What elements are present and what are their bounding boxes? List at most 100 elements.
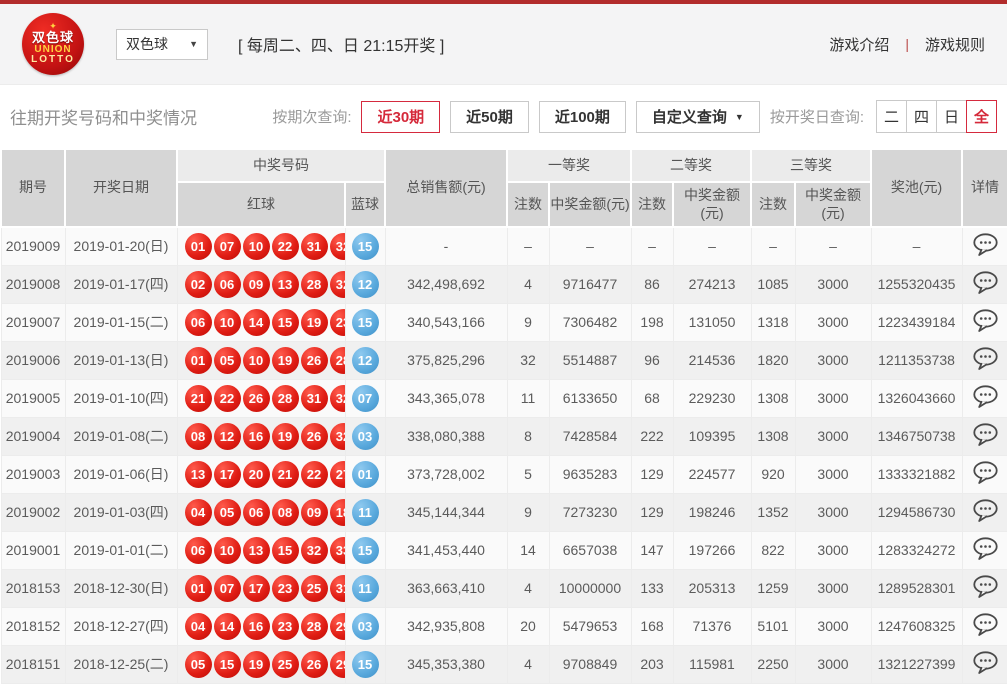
table-row: 2018153 2018-12-30(日) 010717232531 11 36… — [1, 569, 1007, 607]
col-header-detail: 详情 — [962, 149, 1007, 227]
red-ball: 06 — [243, 499, 270, 526]
red-ball: 07 — [214, 575, 241, 602]
red-ball: 10 — [243, 347, 270, 374]
red-ball: 19 — [272, 347, 299, 374]
detail-comment-icon[interactable] — [972, 271, 999, 298]
col-header-second-amount: 中奖金额(元) — [673, 182, 751, 227]
detail-comment-icon[interactable] — [972, 385, 999, 412]
draw-date-cell: 2018-12-27(四) — [65, 607, 177, 645]
red-ball: 04 — [185, 613, 212, 640]
table-row: 2019006 2019-01-13(日) 010510192628 12 37… — [1, 341, 1007, 379]
red-ball: 32 — [330, 423, 346, 450]
third-prize-count-cell: 1820 — [751, 341, 795, 379]
first-prize-count-cell: 4 — [507, 265, 549, 303]
red-ball: 01 — [185, 575, 212, 602]
blue-ball-cell: 07 — [345, 379, 385, 417]
detail-comment-icon[interactable] — [972, 309, 999, 336]
red-ball: 22 — [272, 233, 299, 260]
day-tuesday-button[interactable]: 二 — [876, 100, 907, 133]
first-prize-count-cell: 4 — [507, 645, 549, 683]
first-prize-count-cell: 20 — [507, 607, 549, 645]
day-query-label: 按开奖日查询: — [770, 106, 864, 127]
second-prize-amount-cell: 197266 — [673, 531, 751, 569]
game-rules-link[interactable]: 游戏规则 — [925, 34, 985, 55]
third-prize-amount-cell: 3000 — [795, 569, 871, 607]
total-sales-cell: 345,144,344 — [385, 493, 507, 531]
draw-date-cell: 2019-01-15(二) — [65, 303, 177, 341]
detail-comment-icon[interactable] — [972, 423, 999, 450]
first-prize-amount-cell: 10000000 — [549, 569, 631, 607]
day-thursday-button[interactable]: 四 — [906, 100, 937, 133]
red-balls-cell: 081216192632 — [177, 417, 345, 455]
third-prize-count-cell: 822 — [751, 531, 795, 569]
red-ball: 29 — [330, 651, 346, 678]
blue-ball: 07 — [352, 385, 379, 412]
day-all-button[interactable]: 全 — [966, 100, 997, 133]
red-ball: 01 — [185, 233, 212, 260]
red-ball: 06 — [185, 537, 212, 564]
detail-comment-icon[interactable] — [972, 651, 999, 678]
game-select-value: 双色球 — [126, 34, 168, 54]
union-lotto-logo[interactable]: ✦ 双色球 UNION LOTTO — [22, 13, 84, 75]
total-sales-cell: - — [385, 227, 507, 265]
second-prize-count-cell: 168 — [631, 607, 673, 645]
red-ball: 29 — [330, 613, 346, 640]
detail-comment-icon[interactable] — [972, 233, 999, 260]
detail-cell — [962, 607, 1007, 645]
table-row: 2019001 2019-01-01(二) 061013153233 15 34… — [1, 531, 1007, 569]
detail-comment-icon[interactable] — [972, 575, 999, 602]
detail-comment-icon[interactable] — [972, 461, 999, 488]
detail-comment-icon[interactable] — [972, 537, 999, 564]
third-prize-amount-cell: 3000 — [795, 455, 871, 493]
blue-ball: 15 — [352, 651, 379, 678]
detail-comment-icon[interactable] — [972, 613, 999, 640]
blue-ball-cell: 15 — [345, 645, 385, 683]
total-sales-cell: 342,498,692 — [385, 265, 507, 303]
detail-cell — [962, 227, 1007, 265]
second-prize-count-cell: 129 — [631, 455, 673, 493]
col-header-winning-numbers: 中奖号码 — [177, 149, 385, 182]
table-row: 2018152 2018-12-27(四) 041416232829 03 34… — [1, 607, 1007, 645]
red-ball: 21 — [185, 385, 212, 412]
second-prize-count-cell: 68 — [631, 379, 673, 417]
red-ball: 14 — [243, 309, 270, 336]
detail-comment-icon[interactable] — [972, 347, 999, 374]
day-sunday-button[interactable]: 日 — [936, 100, 967, 133]
red-ball: 09 — [301, 499, 328, 526]
game-intro-link[interactable]: 游戏介绍 — [829, 34, 889, 55]
second-prize-count-cell: 222 — [631, 417, 673, 455]
red-ball: 26 — [243, 385, 270, 412]
period-cell: 2019004 — [1, 417, 65, 455]
second-prize-count-cell: 86 — [631, 265, 673, 303]
game-select-dropdown[interactable]: 双色球 ▼ — [116, 29, 208, 60]
third-prize-count-cell: 1318 — [751, 303, 795, 341]
first-prize-amount-cell: 9708849 — [549, 645, 631, 683]
third-prize-amount-cell: 3000 — [795, 493, 871, 531]
first-prize-amount-cell: 7428584 — [549, 417, 631, 455]
recent-50-button[interactable]: 近50期 — [450, 101, 529, 133]
blue-ball: 15 — [352, 537, 379, 564]
red-ball: 25 — [301, 575, 328, 602]
red-ball: 26 — [301, 423, 328, 450]
total-sales-cell: 338,080,388 — [385, 417, 507, 455]
second-prize-amount-cell: 198246 — [673, 493, 751, 531]
recent-100-button[interactable]: 近100期 — [539, 101, 626, 133]
recent-30-button[interactable]: 近30期 — [361, 101, 440, 133]
third-prize-amount-cell: 3000 — [795, 645, 871, 683]
detail-comment-icon[interactable] — [972, 499, 999, 526]
detail-cell — [962, 493, 1007, 531]
red-balls-cell: 041416232829 — [177, 607, 345, 645]
total-sales-cell: 340,543,166 — [385, 303, 507, 341]
third-prize-count-cell: 1352 — [751, 493, 795, 531]
col-header-blue-ball: 蓝球 — [345, 182, 385, 227]
second-prize-count-cell: 203 — [631, 645, 673, 683]
red-ball: 32 — [330, 271, 346, 298]
period-query-label: 按期次查询: — [272, 106, 351, 127]
third-prize-amount-cell: 3000 — [795, 417, 871, 455]
col-header-third-count: 注数 — [751, 182, 795, 227]
third-prize-amount-cell: 3000 — [795, 265, 871, 303]
blue-ball: 01 — [352, 461, 379, 488]
red-balls-cell: 010717232531 — [177, 569, 345, 607]
period-cell: 2019003 — [1, 455, 65, 493]
custom-query-dropdown[interactable]: 自定义查询 ▼ — [636, 101, 760, 133]
